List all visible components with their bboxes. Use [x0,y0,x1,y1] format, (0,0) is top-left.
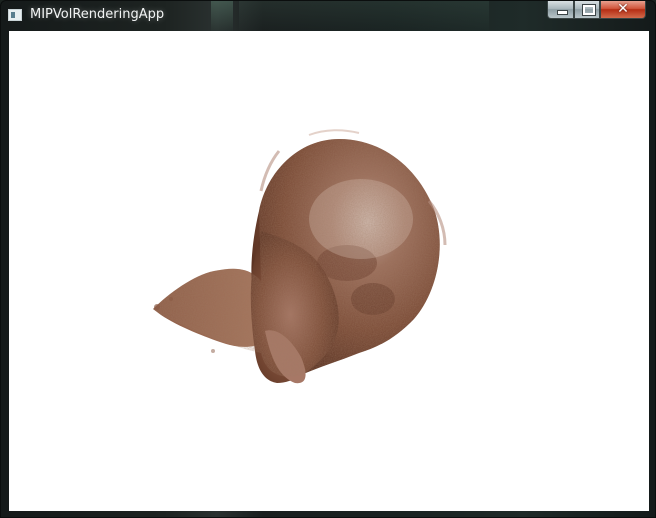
title-bar[interactable]: MIPVolRenderingApp ✕ [1,1,655,31]
window-title: MIPVolRenderingApp [30,7,165,22]
close-icon: ✕ [617,1,629,17]
minimize-button[interactable] [547,1,574,19]
minimize-icon [557,10,568,15]
client-area [9,31,649,511]
volume-render-viewport[interactable] [9,31,649,511]
application-window-icon[interactable] [8,9,22,21]
caption-buttons: ✕ [547,1,646,20]
maximize-icon [582,4,596,16]
app-window: MIPVolRenderingApp ✕ [0,0,656,518]
maximize-button[interactable] [574,1,600,19]
close-button[interactable]: ✕ [600,1,646,19]
volume-rendered-head [153,129,447,384]
